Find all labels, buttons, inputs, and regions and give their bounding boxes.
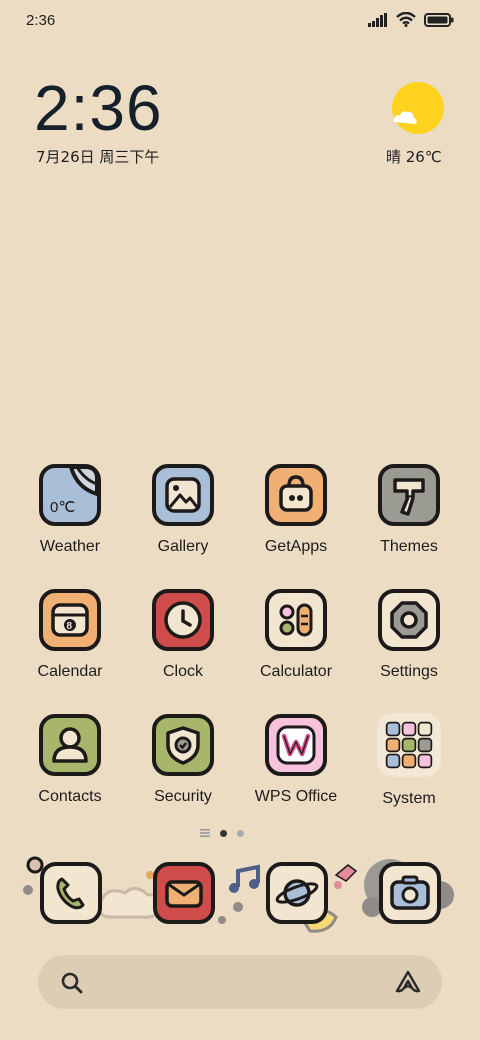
dock-messages[interactable] bbox=[153, 862, 215, 924]
search-icon[interactable] bbox=[60, 971, 84, 995]
signal-icon bbox=[368, 12, 387, 27]
app-label: Clock bbox=[162, 663, 203, 680]
phone-icon bbox=[40, 862, 102, 924]
themes-icon bbox=[378, 464, 440, 526]
dock-browser[interactable] bbox=[266, 862, 328, 924]
app-weather[interactable]: 0℃ Weather bbox=[20, 464, 120, 556]
app-getapps[interactable]: GetApps bbox=[246, 464, 346, 556]
app-calendar[interactable]: 8 Calendar bbox=[20, 589, 120, 681]
page-indicator[interactable] bbox=[200, 829, 244, 837]
app-wps-office[interactable]: WPS Office bbox=[246, 714, 346, 806]
calendar-icon: 8 bbox=[39, 589, 101, 651]
app-gallery[interactable]: Gallery bbox=[133, 464, 233, 556]
calendar-tile-day: 8 bbox=[67, 621, 73, 632]
app-label: Weather bbox=[39, 538, 101, 555]
widget-clock[interactable]: 2:36 bbox=[34, 76, 163, 140]
getapps-icon bbox=[265, 464, 327, 526]
weather-tile-temp: 0℃ bbox=[50, 499, 75, 516]
menu-icon bbox=[200, 829, 210, 837]
sun-cloud-icon[interactable] bbox=[388, 82, 448, 138]
folder-system[interactable]: System bbox=[359, 713, 459, 808]
messages-icon bbox=[153, 862, 215, 924]
app-label: Calculator bbox=[259, 663, 333, 680]
wps-office-icon bbox=[265, 714, 327, 776]
app-label: Settings bbox=[380, 663, 438, 680]
page-dot[interactable] bbox=[237, 829, 244, 837]
app-label: Gallery bbox=[157, 538, 209, 555]
app-clock[interactable]: Clock bbox=[133, 589, 233, 681]
security-icon bbox=[152, 714, 214, 776]
battery-icon bbox=[424, 12, 454, 27]
widget-weather: 晴 26℃ bbox=[386, 148, 442, 166]
settings-icon bbox=[378, 589, 440, 651]
app-themes[interactable]: Themes bbox=[359, 464, 459, 556]
page-dot-active[interactable] bbox=[220, 829, 227, 837]
camera-icon bbox=[379, 862, 441, 924]
browser-icon bbox=[266, 862, 328, 924]
assistant-icon[interactable] bbox=[394, 969, 422, 995]
app-calculator[interactable]: Calculator bbox=[246, 589, 346, 681]
status-icons bbox=[368, 12, 454, 27]
app-label: GetApps bbox=[264, 538, 328, 555]
wifi-icon bbox=[396, 12, 416, 27]
app-label: Contacts bbox=[38, 788, 102, 805]
folder-icon bbox=[377, 713, 441, 777]
app-label: WPS Office bbox=[254, 788, 338, 805]
app-label: Calendar bbox=[37, 663, 103, 680]
weather-icon: 0℃ bbox=[39, 464, 101, 526]
widget-date: 7月26日 周三下午 bbox=[36, 148, 160, 166]
status-time: 2:36 bbox=[26, 12, 56, 29]
search-bar[interactable] bbox=[38, 955, 442, 1009]
app-label: Security bbox=[154, 788, 212, 805]
app-label: Themes bbox=[380, 538, 438, 555]
contacts-icon bbox=[39, 714, 101, 776]
clock-icon bbox=[152, 589, 214, 651]
gallery-icon bbox=[152, 464, 214, 526]
dock-camera[interactable] bbox=[379, 862, 441, 924]
app-settings[interactable]: Settings bbox=[359, 589, 459, 681]
dock-phone[interactable] bbox=[40, 862, 102, 924]
app-security[interactable]: Security bbox=[133, 714, 233, 806]
calculator-icon bbox=[265, 589, 327, 651]
app-contacts[interactable]: Contacts bbox=[20, 714, 120, 806]
app-label: System bbox=[382, 790, 436, 807]
